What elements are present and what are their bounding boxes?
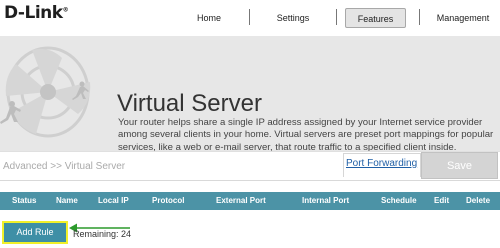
page-title: Virtual Server xyxy=(117,90,262,117)
nav-divider xyxy=(249,9,250,25)
nav-settings[interactable]: Settings xyxy=(262,8,324,28)
column-header-name: Name xyxy=(56,196,78,205)
column-header-external-port: External Port xyxy=(216,196,266,205)
column-header-edit: Edit xyxy=(434,196,450,205)
page-banner: Virtual Server Your router helps share a… xyxy=(0,36,500,151)
rules-table-header: Status Name Local IP Protocol External P… xyxy=(0,192,500,210)
nav-features[interactable]: Features xyxy=(345,8,406,28)
remaining-count: Remaining: 24 xyxy=(73,229,132,239)
add-rule-button[interactable]: Add Rule xyxy=(2,221,68,244)
dlink-logo: D-Link® xyxy=(4,3,69,23)
top-navigation-bar: D-Link® Home Settings Features Managemen… xyxy=(0,0,500,36)
nav-divider xyxy=(419,9,420,25)
page-description: Your router helps share a single IP addr… xyxy=(118,117,494,151)
nav-home[interactable]: Home xyxy=(180,8,238,28)
breadcrumb: Advanced >> Virtual Server xyxy=(3,161,126,172)
column-header-internal-port: Internal Port xyxy=(302,196,350,205)
port-forwarding-link[interactable]: Port Forwarding xyxy=(346,158,417,169)
column-header-status: Status xyxy=(12,196,37,205)
nav-divider xyxy=(336,9,337,25)
column-header-protocol: Protocol xyxy=(152,196,185,205)
column-header-delete: Delete xyxy=(466,196,491,205)
column-header-schedule: Schedule xyxy=(381,196,417,205)
divider xyxy=(0,180,500,181)
column-header-local-ip: Local IP xyxy=(98,196,129,205)
fan-graphic-icon xyxy=(0,46,91,138)
save-button[interactable]: Save xyxy=(421,152,498,179)
nav-management[interactable]: Management xyxy=(428,8,498,28)
